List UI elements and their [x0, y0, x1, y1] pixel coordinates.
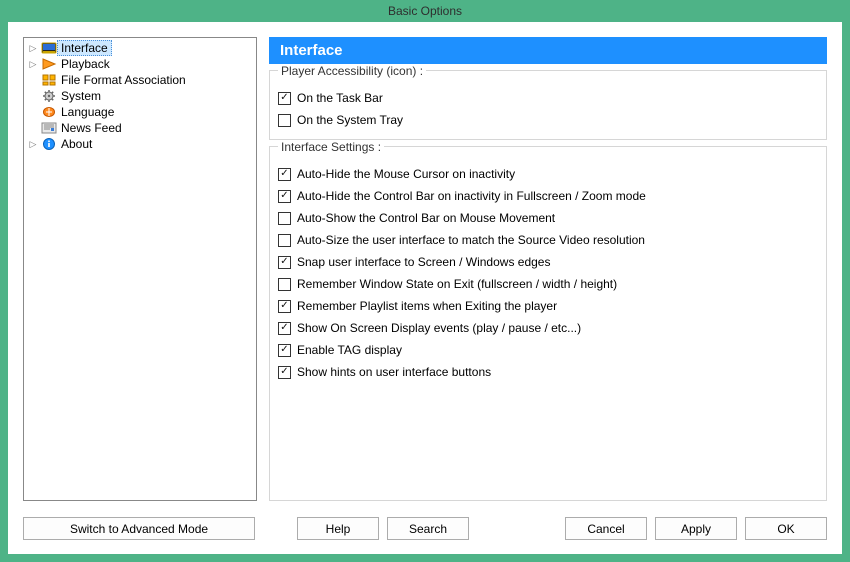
checkbox-icon[interactable] [278, 92, 291, 105]
checkbox-label: Remember Window State on Exit (fullscree… [297, 277, 617, 291]
group-settings-legend: Interface Settings : [278, 140, 384, 154]
checkbox-label: Snap user interface to Screen / Windows … [297, 255, 550, 269]
checkbox-icon[interactable] [278, 322, 291, 335]
tree-item-system[interactable]: ▷ System [24, 88, 256, 104]
checkbox-icon[interactable] [278, 168, 291, 181]
checkbox-label: Auto-Show the Control Bar on Mouse Movem… [297, 211, 555, 225]
checkbox-row[interactable]: Auto-Hide the Mouse Cursor on inactivity [278, 163, 818, 185]
group-accessibility: Player Accessibility (icon) : On the Tas… [269, 70, 827, 140]
playback-icon [41, 57, 57, 71]
checkbox-row[interactable]: Remember Playlist items when Exiting the… [278, 295, 818, 317]
search-button[interactable]: Search [387, 517, 469, 540]
tree-item-fileformat[interactable]: ▷ File Format Association [24, 72, 256, 88]
cancel-button[interactable]: Cancel [565, 517, 647, 540]
expand-arrow-icon: ▷ [26, 73, 40, 87]
expand-arrow-icon: ▷ [26, 105, 40, 119]
checkbox-icon[interactable] [278, 190, 291, 203]
checkbox-icon[interactable] [278, 256, 291, 269]
tree-item-label: News Feed [57, 120, 126, 136]
checkbox-label: On the Task Bar [297, 91, 383, 105]
checkbox-row[interactable]: Show On Screen Display events (play / pa… [278, 317, 818, 339]
checkbox-icon[interactable] [278, 234, 291, 247]
tree-item-label: About [57, 136, 96, 152]
tree-item-label: Playback [57, 56, 114, 72]
checkbox-row[interactable]: Auto-Hide the Control Bar on inactivity … [278, 185, 818, 207]
tree-item-newsfeed[interactable]: ▷ News Feed [24, 120, 256, 136]
switch-advanced-button[interactable]: Switch to Advanced Mode [23, 517, 255, 540]
expand-arrow-icon: ▷ [26, 121, 40, 135]
checkbox-label: Auto-Size the user interface to match th… [297, 233, 645, 247]
panel-heading-text: Interface [280, 42, 343, 59]
window-title: Basic Options [388, 4, 462, 18]
checkbox-row[interactable]: Auto-Size the user interface to match th… [278, 229, 818, 251]
content-row: ▷ Interface ▷ Playback ▷ File Format Associat… [9, 23, 841, 501]
language-icon [41, 105, 57, 119]
checkbox-row[interactable]: On the System Tray [278, 109, 818, 131]
right-panel: Interface Player Accessibility (icon) : … [269, 37, 827, 501]
interface-icon [41, 41, 57, 55]
checkbox-row[interactable]: On the Task Bar [278, 87, 818, 109]
group-settings: Interface Settings : Auto-Hide the Mouse… [269, 146, 827, 501]
category-tree[interactable]: ▷ Interface ▷ Playback ▷ File Format Associat… [23, 37, 257, 501]
expand-arrow-icon[interactable]: ▷ [26, 57, 40, 71]
ok-button[interactable]: OK [745, 517, 827, 540]
tree-item-label: Interface [57, 40, 112, 56]
tree-item-interface[interactable]: ▷ Interface [24, 40, 256, 56]
system-icon [41, 89, 57, 103]
checkbox-row[interactable]: Remember Window State on Exit (fullscree… [278, 273, 818, 295]
checkbox-label: Show hints on user interface buttons [297, 365, 491, 379]
checkbox-label: Remember Playlist items when Exiting the… [297, 299, 557, 313]
checkbox-row[interactable]: Show hints on user interface buttons [278, 361, 818, 383]
tree-item-about[interactable]: ▷ About [24, 136, 256, 152]
checkbox-icon[interactable] [278, 278, 291, 291]
checkbox-icon[interactable] [278, 344, 291, 357]
button-row: Switch to Advanced Mode Help Search Canc… [23, 517, 827, 541]
apply-button[interactable]: Apply [655, 517, 737, 540]
checkbox-label: Auto-Hide the Control Bar on inactivity … [297, 189, 646, 203]
fileformat-icon [41, 73, 57, 87]
expand-arrow-icon: ▷ [26, 89, 40, 103]
checkbox-label: Show On Screen Display events (play / pa… [297, 321, 581, 335]
tree-item-label: System [57, 88, 105, 104]
checkbox-icon[interactable] [278, 300, 291, 313]
group-accessibility-legend: Player Accessibility (icon) : [278, 64, 426, 78]
panel-heading: Interface [269, 37, 827, 64]
titlebar: Basic Options [0, 0, 850, 22]
checkbox-label: On the System Tray [297, 113, 403, 127]
checkbox-icon[interactable] [278, 366, 291, 379]
expand-arrow-icon[interactable]: ▷ [26, 41, 40, 55]
tree-item-language[interactable]: ▷ Language [24, 104, 256, 120]
checkbox-label: Auto-Hide the Mouse Cursor on inactivity [297, 167, 515, 181]
checkbox-row[interactable]: Auto-Show the Control Bar on Mouse Movem… [278, 207, 818, 229]
checkbox-icon[interactable] [278, 114, 291, 127]
tree-item-playback[interactable]: ▷ Playback [24, 56, 256, 72]
client-area: ▷ Interface ▷ Playback ▷ File Format Associat… [8, 22, 842, 554]
checkbox-icon[interactable] [278, 212, 291, 225]
help-button[interactable]: Help [297, 517, 379, 540]
checkbox-row[interactable]: Enable TAG display [278, 339, 818, 361]
checkbox-row[interactable]: Snap user interface to Screen / Windows … [278, 251, 818, 273]
expand-arrow-icon[interactable]: ▷ [26, 137, 40, 151]
checkbox-label: Enable TAG display [297, 343, 402, 357]
about-icon [41, 137, 57, 151]
window: Basic Options ▷ Interface ▷ Playback ▷ File F… [0, 0, 850, 562]
tree-item-label: Language [57, 104, 118, 120]
newsfeed-icon [41, 121, 57, 135]
tree-item-label: File Format Association [57, 72, 190, 88]
